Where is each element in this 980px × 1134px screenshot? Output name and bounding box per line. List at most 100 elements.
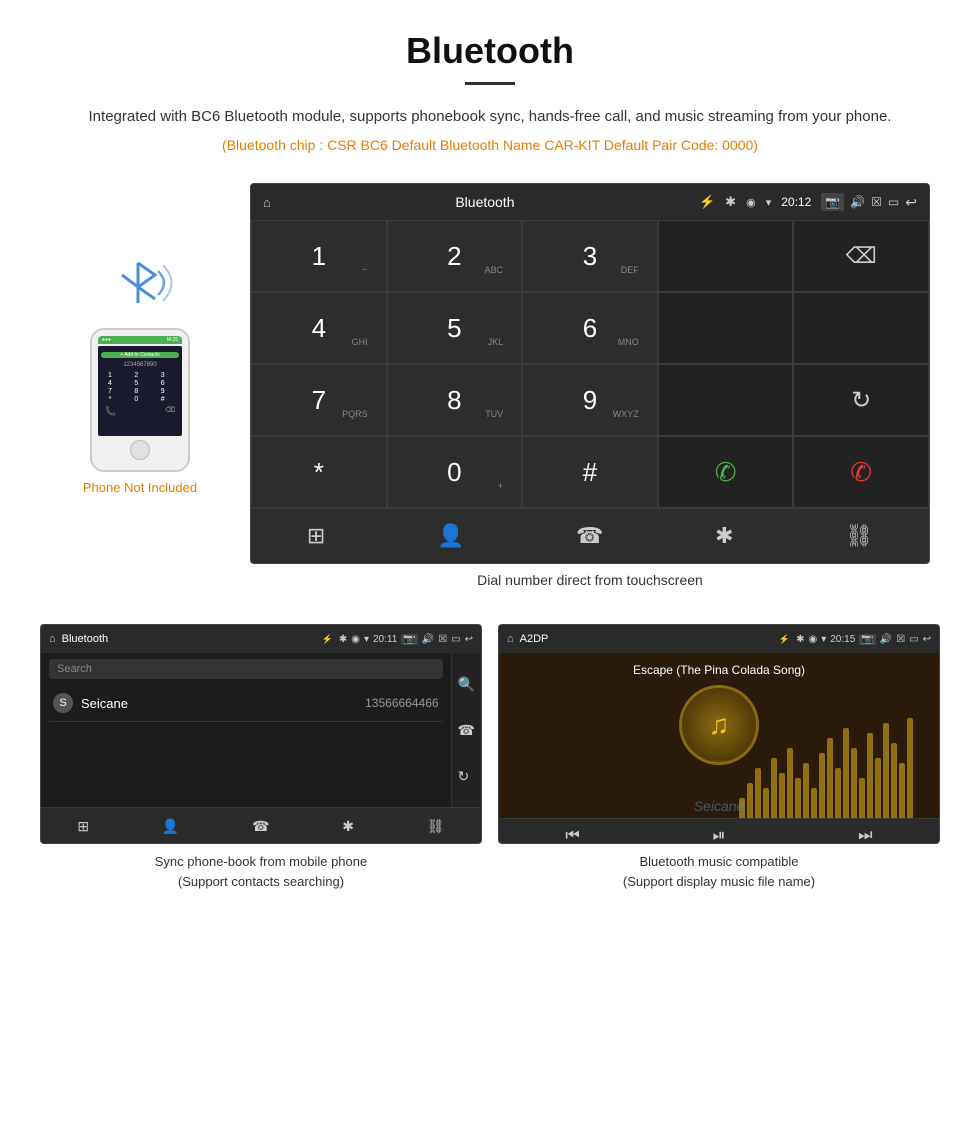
pb-side-call-icon[interactable]: ☎ [458, 722, 475, 739]
song-title: Escape (The Pina Colada Song) [633, 663, 805, 677]
eq-bar-16 [859, 778, 865, 818]
pb-camera-icon: 📷 [401, 634, 417, 645]
play-pause-icon[interactable]: ⏯ [713, 827, 726, 844]
dial-key-2[interactable]: 2 ABC [387, 220, 523, 292]
dial-key-5[interactable]: 5 JKL [387, 292, 523, 364]
music-home-icon: ⌂ [507, 633, 514, 645]
dial-key-0[interactable]: 0 + [387, 436, 523, 508]
phone-key-star: * [101, 396, 119, 403]
phone-screen: + Add to Contacts 1234567890 1 2 3 4 5 6… [98, 346, 182, 436]
eq-bar-13 [835, 768, 841, 818]
phone-key-4: 4 [101, 380, 119, 387]
phone-mockup: ●●● M:25 + Add to Contacts 1234567890 1 … [90, 328, 190, 472]
grid-icon[interactable]: ⊞ [307, 523, 325, 549]
eq-bar-6 [779, 773, 785, 818]
dial-display-area [658, 220, 794, 292]
phone-key-6: 6 [154, 380, 172, 387]
contact-name: Seicane [81, 696, 357, 711]
pb-person-icon[interactable]: 👤 [162, 818, 179, 835]
dial-key-7[interactable]: 7 PQRS [251, 364, 387, 436]
pb-wifi-icon: ▾ [364, 634, 369, 645]
pb-side-search-icon[interactable]: 🔍 [458, 676, 475, 693]
pb-grid-icon[interactable]: ⊞ [77, 818, 89, 835]
dial-key-3[interactable]: 3 DEF [522, 220, 658, 292]
search-bar[interactable]: Search [49, 659, 443, 679]
contact-row: S Seicane 13566664466 [49, 685, 443, 722]
phonebook-screen-wrap: ⌂ Bluetooth ⚡ ✱ ◉ ▾ 20:11 📷 🔊 ☒ ▭ ↩ [40, 624, 482, 895]
phonebook-caption-line2: (Support contacts searching) [178, 874, 344, 889]
phone-home-button [130, 440, 150, 460]
pb-usb-icon: ⚡ [322, 634, 333, 645]
dial-key-8[interactable]: 8 TUV [387, 364, 523, 436]
dial-key-hash[interactable]: # [522, 436, 658, 508]
pb-back-icon: ↩ [465, 634, 473, 645]
dial-call-red-btn[interactable]: ✆ [793, 436, 929, 508]
wifi-icon: ▾ [766, 196, 772, 209]
eq-bar-15 [851, 748, 857, 818]
dial-key-star[interactable]: * [251, 436, 387, 508]
home-icon: ⌂ [263, 195, 271, 210]
pb-bottom-bar: ⊞ 👤 ☎ ✱ ⛓ [41, 807, 481, 844]
dial-caption: Dial number direct from touchscreen [477, 564, 703, 604]
music-body: Escape (The Pina Colada Song) ♫ [499, 653, 939, 818]
link-icon[interactable]: ⛓ [845, 523, 873, 549]
next-icon[interactable]: ⏭ [858, 827, 872, 844]
pb-link-bottom-icon[interactable]: ⛓ [427, 818, 445, 835]
pb-bt-bottom-icon[interactable]: ✱ [342, 818, 354, 835]
eq-bar-5 [771, 758, 777, 818]
phonebook-screen: ⌂ Bluetooth ⚡ ✱ ◉ ▾ 20:11 📷 🔊 ☒ ▭ ↩ [40, 624, 482, 844]
pb-vol-icon: 🔊 [422, 634, 434, 645]
music-usb-icon: ⚡ [779, 634, 790, 645]
eq-bar-12 [827, 738, 833, 818]
bluetooth-bottom-icon[interactable]: ✱ [715, 523, 733, 549]
seicane-watermark: Seicane [694, 798, 745, 814]
eq-bar-4 [763, 788, 769, 818]
dial-refresh-btn[interactable]: ↻ [793, 364, 929, 436]
eq-bar-14 [843, 728, 849, 818]
phone-key-7: 7 [101, 388, 119, 395]
dial-empty-4-1 [658, 292, 794, 364]
screen-time: 20:12 [781, 195, 811, 209]
dial-key-1[interactable]: 1 ⌣ [251, 220, 387, 292]
dial-pad-screen: ⌂ Bluetooth ⚡ ✱ ◉ ▾ 20:12 📷 🔊 ☒ ▭ ↩ [250, 183, 930, 564]
eq-bar-20 [891, 743, 897, 818]
dial-backspace-btn[interactable]: ⌫ [793, 220, 929, 292]
prev-icon[interactable]: ⏮ [565, 827, 579, 844]
spec-text: (Bluetooth chip : CSR BC6 Default Blueto… [60, 137, 920, 153]
eq-bar-3 [755, 768, 761, 818]
phone-icon[interactable]: ☎ [576, 523, 603, 549]
music-controls: ⏮ ⏯ ⏭ [499, 818, 939, 844]
bluetooth-signal-area [100, 243, 180, 328]
dial-call-green-btn[interactable]: ✆ [658, 436, 794, 508]
pb-side-refresh-icon[interactable]: ↻ [458, 768, 475, 785]
music-bt-icon: ✱ [796, 634, 804, 645]
dial-empty-4-2 [793, 292, 929, 364]
volume-icon: 🔊 [850, 195, 865, 209]
phone-key-0: 0 [127, 396, 145, 403]
eq-bar-10 [811, 788, 817, 818]
pb-close-icon: ☒ [438, 634, 447, 645]
pb-header-icons: ✱ ◉ ▾ 20:11 📷 🔊 ☒ ▭ ↩ [339, 634, 473, 645]
eq-bar-22 [907, 718, 913, 818]
pb-phone-icon[interactable]: ☎ [252, 818, 269, 835]
bluetooth-header-icon: ✱ [725, 194, 736, 210]
phonebook-caption: Sync phone-book from mobile phone (Suppo… [40, 844, 482, 895]
description-text: Integrated with BC6 Bluetooth module, su… [60, 105, 920, 129]
contacts-icon[interactable]: 👤 [437, 523, 464, 549]
pb-loc-icon: ◉ [351, 634, 360, 645]
dial-empty-3-1 [658, 364, 794, 436]
dial-key-4[interactable]: 4 GHI [251, 292, 387, 364]
phone-key-5: 5 [127, 380, 145, 387]
phone-top-bar: ●●● M:25 [98, 336, 182, 344]
camera-icon: 📷 [821, 193, 844, 211]
eq-bar-11 [819, 753, 825, 818]
dial-key-6[interactable]: 6 MNO [522, 292, 658, 364]
eq-bar-17 [867, 733, 873, 818]
dial-pad-container: ⌂ Bluetooth ⚡ ✱ ◉ ▾ 20:12 📷 🔊 ☒ ▭ ↩ [250, 183, 930, 604]
music-header-icons: ✱ ◉ ▾ 20:15 📷 🔊 ☒ ▭ ↩ [796, 634, 931, 645]
screen-icon: ▭ [888, 195, 899, 209]
contact-number: 13566664466 [365, 696, 438, 710]
page-title: Bluetooth [60, 30, 920, 72]
dial-key-9[interactable]: 9 WXYZ [522, 364, 658, 436]
music-note-icon: ♫ [709, 709, 730, 741]
